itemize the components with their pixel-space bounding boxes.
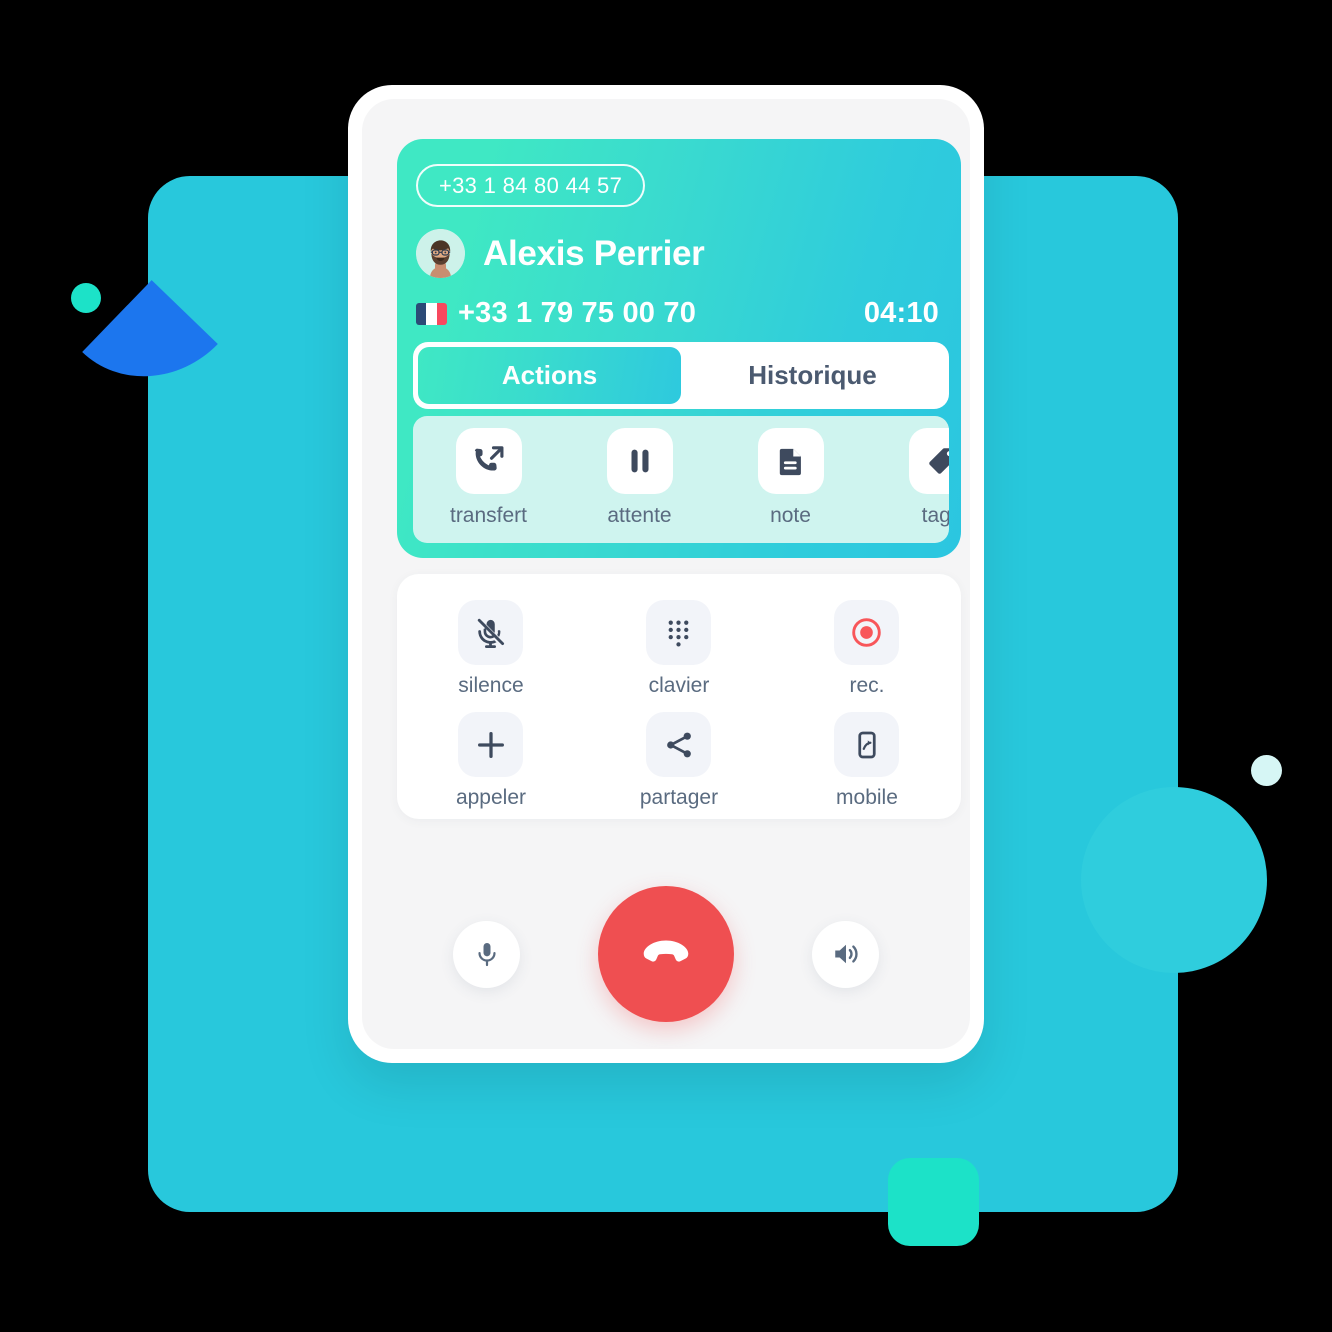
caller-name: Alexis Perrier xyxy=(483,233,705,273)
microphone-muted-icon xyxy=(458,600,524,665)
control-clavier-label: clavier xyxy=(648,674,710,697)
phone-hangup-icon xyxy=(643,940,689,962)
control-rec[interactable]: rec. xyxy=(773,600,961,698)
decorative-square-mint xyxy=(888,1158,979,1246)
control-clavier[interactable]: clavier xyxy=(585,600,773,698)
decorative-circle-teal xyxy=(1081,787,1267,973)
control-appeler[interactable]: appeler xyxy=(397,712,585,810)
call-transfer-icon xyxy=(455,428,522,494)
control-silence[interactable]: silence xyxy=(397,600,585,698)
mic-button[interactable] xyxy=(453,920,520,988)
line-number-pill[interactable]: +33 1 84 80 44 57 xyxy=(416,164,646,207)
tab-historique[interactable]: Historique xyxy=(681,347,944,404)
tab-bar: Actions Historique xyxy=(413,342,949,409)
controls-grid: silence clavier rec. appeler partager mo… xyxy=(397,600,961,824)
call-duration: 04:10 xyxy=(863,297,939,329)
screenshot-canvas: +33 1 84 80 44 57 Alexis Perrier +33 1 7… xyxy=(0,0,1332,1332)
control-rec-label: rec. xyxy=(849,674,885,697)
dialpad-icon xyxy=(646,600,712,665)
control-silence-label: silence xyxy=(458,674,524,697)
call-action-bar xyxy=(362,859,970,1049)
decorative-dot-mint xyxy=(71,283,101,313)
tag-icon xyxy=(908,428,949,494)
mobile-transfer-icon xyxy=(834,712,900,777)
tab-actions[interactable]: Actions xyxy=(418,347,681,404)
tab-historique-label: Historique xyxy=(748,360,877,390)
action-tags[interactable]: tags xyxy=(866,428,949,528)
control-appeler-label: appeler xyxy=(455,786,527,809)
action-note-label: note xyxy=(770,504,811,527)
call-controls-card: silence clavier rec. appeler partager mo… xyxy=(397,574,961,819)
action-transfert[interactable]: transfert xyxy=(413,428,564,528)
control-mobile[interactable]: mobile xyxy=(773,712,961,810)
action-transfert-label: transfert xyxy=(449,504,528,527)
action-attente-label: attente xyxy=(607,504,672,527)
france-flag-icon xyxy=(416,302,447,325)
pause-icon xyxy=(606,428,673,494)
caller-row: Alexis Perrier xyxy=(416,229,705,278)
record-icon xyxy=(834,600,900,665)
speaker-button[interactable] xyxy=(812,920,879,988)
decorative-dot-pale xyxy=(1251,755,1282,786)
tab-actions-label: Actions xyxy=(501,360,598,390)
speaker-icon xyxy=(834,944,858,964)
caller-number: +33 1 79 75 00 70 xyxy=(458,297,697,329)
microphone-icon xyxy=(477,943,496,967)
call-header-card: +33 1 84 80 44 57 Alexis Perrier +33 1 7… xyxy=(397,139,961,558)
action-note[interactable]: note xyxy=(715,428,866,528)
phone-screen: +33 1 84 80 44 57 Alexis Perrier +33 1 7… xyxy=(362,99,970,1049)
caller-number-row: +33 1 79 75 00 70 04:10 xyxy=(416,297,939,330)
share-icon xyxy=(646,712,712,777)
action-tags-label: tags xyxy=(921,504,949,527)
control-mobile-label: mobile xyxy=(836,786,898,809)
line-number-text: +33 1 84 80 44 57 xyxy=(439,172,623,198)
note-document-icon xyxy=(757,428,824,494)
avatar xyxy=(416,229,465,278)
control-partager[interactable]: partager xyxy=(585,712,773,810)
plus-icon xyxy=(458,712,524,777)
control-partager-label: partager xyxy=(639,786,719,809)
phone-frame: +33 1 84 80 44 57 Alexis Perrier +33 1 7… xyxy=(348,85,984,1063)
hangup-button[interactable] xyxy=(598,886,734,1022)
actions-strip: transfert attente note tag xyxy=(413,416,949,543)
action-attente[interactable]: attente xyxy=(564,428,715,528)
